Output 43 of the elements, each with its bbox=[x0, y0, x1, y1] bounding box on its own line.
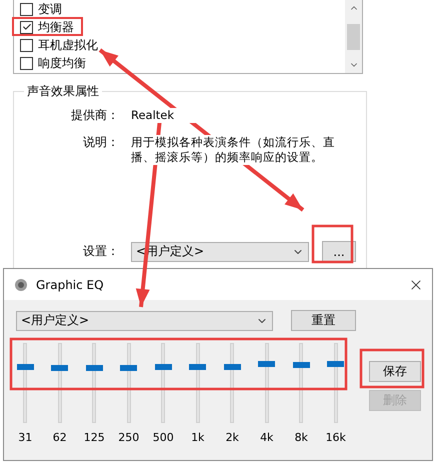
group-title: 声音效果属性 bbox=[26, 83, 100, 100]
band-label: 62 bbox=[52, 431, 67, 444]
band-label: 500 bbox=[152, 431, 174, 444]
effect-label: 耳机虚拟化 bbox=[38, 38, 98, 52]
slider-thumb[interactable] bbox=[189, 364, 206, 370]
effect-label: 响度均衡 bbox=[38, 56, 86, 70]
checkbox[interactable] bbox=[20, 2, 33, 16]
provider-label: 提供商： bbox=[70, 108, 119, 123]
highlight-frame bbox=[360, 348, 424, 388]
checkmark-icon bbox=[22, 22, 32, 32]
highlight-frame bbox=[312, 224, 354, 264]
effect-label: 变调 bbox=[38, 2, 62, 16]
reset-button[interactable]: 重置 bbox=[291, 310, 356, 331]
slider-thumb[interactable] bbox=[258, 361, 276, 368]
band-label: 8k bbox=[294, 431, 308, 444]
description-label: 说明： bbox=[82, 135, 119, 150]
save-button[interactable]: 保存 bbox=[369, 361, 421, 382]
checkbox[interactable] bbox=[20, 38, 33, 52]
scroll-thumb[interactable] bbox=[347, 24, 360, 50]
band-label: 31 bbox=[18, 431, 32, 444]
slider-thumb[interactable] bbox=[154, 364, 172, 370]
slider-thumb[interactable] bbox=[292, 362, 310, 368]
slider-thumb[interactable] bbox=[224, 364, 241, 370]
slider-thumb[interactable] bbox=[16, 364, 34, 370]
slider-thumb[interactable] bbox=[51, 365, 68, 372]
speaker-icon bbox=[14, 278, 28, 292]
preset-dropdown[interactable]: <用户定义> bbox=[16, 310, 274, 330]
band-label: 16k bbox=[326, 431, 346, 444]
band-label: 4k bbox=[260, 431, 274, 444]
band-label: 250 bbox=[118, 431, 140, 444]
checkbox[interactable] bbox=[20, 56, 33, 70]
band-label: 1k bbox=[191, 431, 204, 444]
effect-label: 均衡器 bbox=[38, 20, 74, 34]
slider-thumb[interactable] bbox=[86, 365, 103, 372]
setting-label: 设置： bbox=[82, 244, 119, 259]
band-label: 2k bbox=[226, 431, 239, 444]
window-title: Graphic EQ bbox=[36, 278, 105, 292]
checkbox[interactable] bbox=[20, 20, 33, 34]
slider-thumb[interactable] bbox=[120, 365, 138, 372]
highlight-frame bbox=[12, 17, 83, 36]
scrollbar[interactable] bbox=[345, 0, 362, 73]
slider-thumb[interactable] bbox=[327, 360, 344, 366]
band-label: 125 bbox=[84, 431, 105, 444]
